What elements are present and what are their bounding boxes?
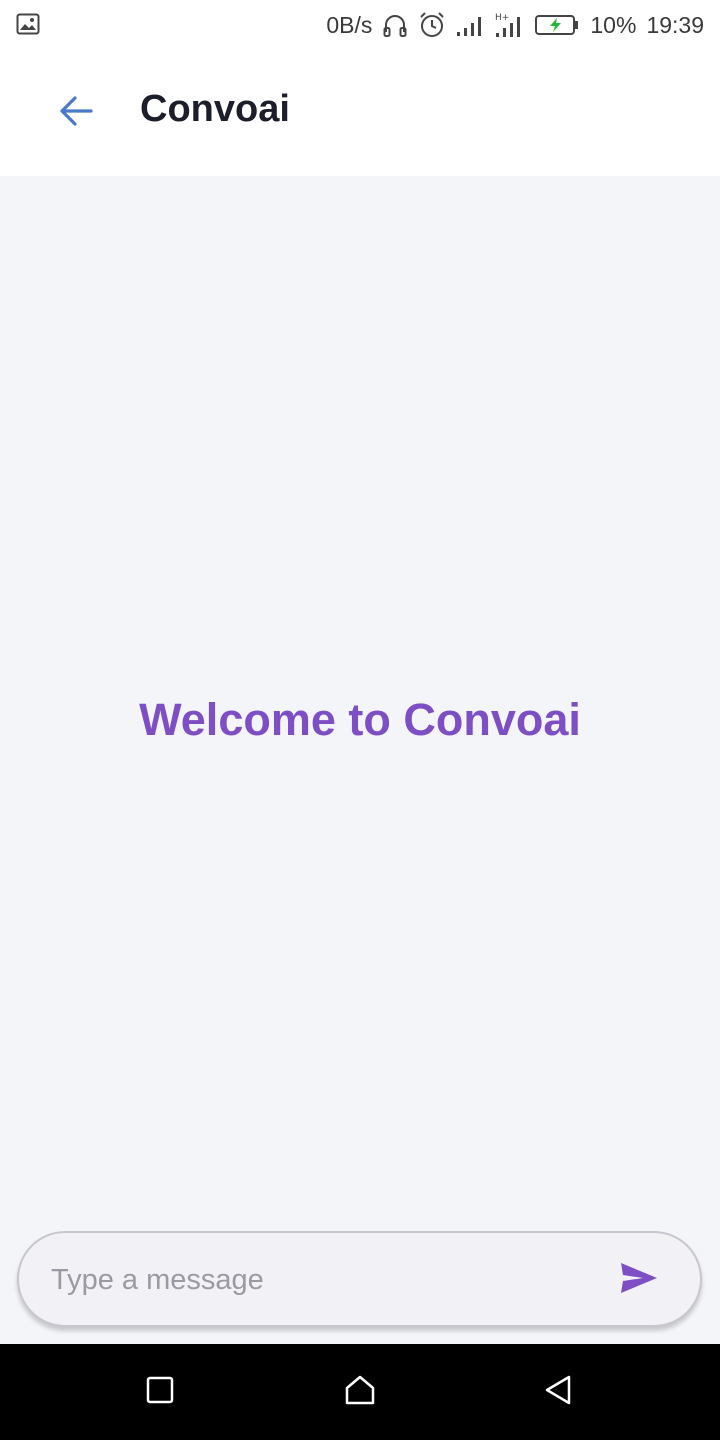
status-bar: 0B/s H+ 10% 19:39 xyxy=(0,0,720,50)
battery-charging-icon xyxy=(534,14,580,36)
home-button[interactable] xyxy=(340,1372,380,1412)
headset-icon xyxy=(382,12,408,38)
signal-hplus-icon: H+ xyxy=(494,12,524,38)
battery-percent: 10% xyxy=(590,11,637,38)
chat-area: Welcome to Convoai xyxy=(0,176,720,1344)
back-button[interactable] xyxy=(46,80,106,146)
message-composer xyxy=(17,1231,702,1327)
page-title: Convoai xyxy=(140,88,290,130)
app-bar: Convoai xyxy=(0,50,720,176)
arrow-left-icon xyxy=(58,95,94,132)
recents-button[interactable] xyxy=(140,1372,180,1412)
signal-icon xyxy=(456,13,484,37)
send-button[interactable] xyxy=(616,1259,662,1301)
image-notification-icon xyxy=(16,12,40,36)
net-speed: 0B/s xyxy=(326,11,373,38)
message-input[interactable] xyxy=(49,1253,613,1307)
svg-text:H+: H+ xyxy=(495,13,509,23)
status-indicators: 0B/s H+ 10% 19:39 xyxy=(326,10,704,40)
alarm-icon xyxy=(418,11,446,39)
send-icon xyxy=(619,1261,659,1300)
welcome-message: Welcome to Convoai xyxy=(139,694,581,745)
back-triangle-icon xyxy=(543,1374,573,1411)
recents-square-icon xyxy=(146,1376,174,1409)
system-back-button[interactable] xyxy=(538,1372,578,1412)
home-icon xyxy=(344,1374,376,1411)
system-nav-bar xyxy=(0,1344,720,1440)
clock: 19:39 xyxy=(646,11,704,38)
